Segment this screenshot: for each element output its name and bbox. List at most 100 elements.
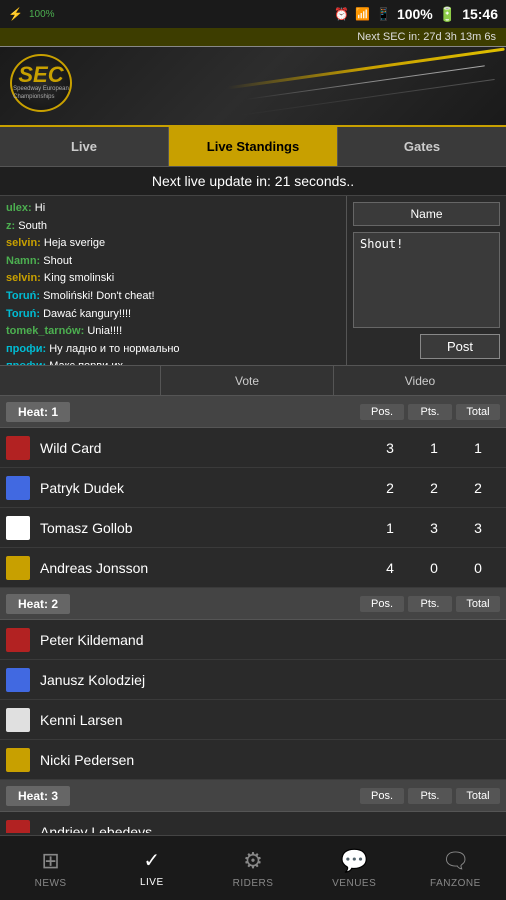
rider-color-blue bbox=[6, 668, 30, 692]
rider-pos: 1 bbox=[368, 520, 412, 536]
heat-2-header: Heat: 2 Pos. Pts. Total bbox=[0, 588, 506, 620]
heat-1-pos-header: Pos. bbox=[360, 404, 404, 420]
heat-3-label: Heat: 3 bbox=[6, 786, 70, 806]
timer-bar: Next live update in: 21 seconds.. bbox=[0, 167, 506, 196]
chat-msg-5: selvin: King smolinski bbox=[6, 270, 340, 288]
rider-pts: 3 bbox=[412, 520, 456, 536]
rider-color-red bbox=[6, 628, 30, 652]
rider-color-blue bbox=[6, 476, 30, 500]
next-sec-text: Next SEC in: 27d 3h 13m 6s bbox=[357, 31, 496, 43]
rider-color-yellow bbox=[6, 556, 30, 580]
wifi-icon: 📶 bbox=[355, 7, 370, 21]
heat-1-rider-2: Patryk Dudek 2 2 2 bbox=[0, 468, 506, 508]
heat-1-rider-1: Wild Card 3 1 1 bbox=[0, 428, 506, 468]
rider-color-white bbox=[6, 516, 30, 540]
rider-name: Kenni Larsen bbox=[40, 712, 368, 728]
heat-2-pts-header: Pts. bbox=[408, 596, 452, 612]
nav-news-label: NEWS bbox=[35, 878, 67, 889]
status-right: ⏰ 📶 📱 100% 🔋 15:46 bbox=[334, 6, 498, 23]
heat-3-pts-header: Pts. bbox=[408, 788, 452, 804]
chat-msg-2: z: South bbox=[6, 218, 340, 236]
heat-3-header: Heat: 3 Pos. Pts. Total bbox=[0, 780, 506, 812]
heat-1-rider-3: Tomasz Gollob 1 3 3 bbox=[0, 508, 506, 548]
rider-pos: 2 bbox=[368, 480, 412, 496]
rider-name: Wild Card bbox=[40, 440, 368, 456]
venues-icon: 💬 bbox=[341, 848, 368, 874]
video-column-header[interactable]: Video bbox=[333, 366, 506, 395]
alarm-icon: ⏰ bbox=[334, 7, 349, 21]
tab-live-standings[interactable]: Live Standings bbox=[169, 127, 338, 166]
tab-live[interactable]: Live bbox=[0, 127, 169, 166]
chat-msg-10: профи: Макс порви их bbox=[6, 358, 340, 365]
heat-2-label: Heat: 2 bbox=[6, 594, 70, 614]
bottom-nav: ⊞ NEWS ✓ LIVE ⚙ RIDERS 💬 VENUES 🗨 FANZON… bbox=[0, 835, 506, 900]
tab-gates[interactable]: Gates bbox=[338, 127, 506, 166]
heat-2-rider-4: Nicki Pedersen bbox=[0, 740, 506, 780]
rider-name: Andriey Lebedevs bbox=[40, 824, 368, 834]
logo: SEC Speedway EuropeanChampionships bbox=[10, 54, 80, 119]
rider-pts: 2 bbox=[412, 480, 456, 496]
battery-icon: 🔋 bbox=[439, 6, 456, 23]
riders-icon: ⚙ bbox=[243, 848, 263, 874]
heat-1-total-header: Total bbox=[456, 404, 500, 420]
header-swoosh bbox=[206, 47, 506, 127]
status-bar: ⚡ 100% ⏰ 📶 📱 100% 🔋 15:46 bbox=[0, 0, 506, 28]
fanzone-icon: 🗨 bbox=[441, 848, 469, 874]
nav-venues[interactable]: 💬 VENUES bbox=[304, 836, 405, 900]
rider-total: 2 bbox=[456, 480, 500, 496]
vote-video-spacer bbox=[0, 366, 160, 395]
name-input[interactable] bbox=[353, 202, 500, 226]
heat-2-rider-3: Kenni Larsen bbox=[0, 700, 506, 740]
heat-2-rider-2: Janusz Kolodziej bbox=[0, 660, 506, 700]
nav-riders-label: RIDERS bbox=[233, 878, 274, 889]
main-content[interactable]: ulex: Hi z: South selvin: Heja sverige N… bbox=[0, 196, 506, 833]
rider-name: Tomasz Gollob bbox=[40, 520, 368, 536]
live-icon: ✓ bbox=[143, 848, 160, 873]
rider-pos: 4 bbox=[368, 560, 412, 576]
nav-news[interactable]: ⊞ NEWS bbox=[0, 836, 101, 900]
chat-area: ulex: Hi z: South selvin: Heja sverige N… bbox=[0, 196, 506, 366]
rider-name: Nicki Pedersen bbox=[40, 752, 368, 768]
clock: 15:46 bbox=[462, 6, 498, 22]
chat-right: Shout! Post bbox=[346, 196, 506, 365]
rider-pts: 1 bbox=[412, 440, 456, 456]
logo-sec-text: SEC bbox=[18, 64, 63, 86]
vote-video-row: Vote Video bbox=[0, 366, 506, 396]
rider-total: 3 bbox=[456, 520, 500, 536]
tab-bar: Live Live Standings Gates bbox=[0, 127, 506, 167]
rider-total: 0 bbox=[456, 560, 500, 576]
swoosh-2 bbox=[247, 65, 485, 99]
post-button[interactable]: Post bbox=[420, 334, 500, 359]
vote-column-header[interactable]: Vote bbox=[160, 366, 333, 395]
battery-percent: 100% bbox=[397, 6, 433, 22]
nav-riders[interactable]: ⚙ RIDERS bbox=[202, 836, 303, 900]
heat-1-label: Heat: 1 bbox=[6, 402, 70, 422]
heat-1-header: Heat: 1 Pos. Pts. Total bbox=[0, 396, 506, 428]
rider-color-red bbox=[6, 436, 30, 460]
heat-2-rider-1: Peter Kildemand bbox=[0, 620, 506, 660]
logo-area: SEC Speedway EuropeanChampionships bbox=[0, 54, 80, 119]
nav-venues-label: VENUES bbox=[332, 878, 376, 889]
chat-msg-6: Toruń: Smoliński! Don't cheat! bbox=[6, 288, 340, 306]
news-icon: ⊞ bbox=[41, 848, 59, 874]
timer-text: Next live update in: 21 seconds.. bbox=[152, 173, 354, 189]
heat-3-rider-1: Andriey Lebedevs bbox=[0, 812, 506, 833]
rider-name: Andreas Jonsson bbox=[40, 560, 368, 576]
rider-color-white bbox=[6, 708, 30, 732]
nav-fanzone-label: FANZONE bbox=[430, 878, 481, 889]
nav-live-label: LIVE bbox=[140, 877, 164, 888]
nav-fanzone[interactable]: 🗨 FANZONE bbox=[405, 836, 506, 900]
shout-textarea[interactable]: Shout! bbox=[353, 232, 500, 328]
app-header: SEC Speedway EuropeanChampionships bbox=[0, 47, 506, 127]
rider-color-red bbox=[6, 820, 30, 834]
swoosh-3 bbox=[237, 79, 495, 116]
heat-1-rider-4: Andreas Jonsson 4 0 0 bbox=[0, 548, 506, 588]
heat-3-cols: Pos. Pts. Total bbox=[70, 788, 500, 804]
signal-icon: 📱 bbox=[376, 7, 391, 21]
nav-live[interactable]: ✓ LIVE bbox=[101, 836, 202, 900]
chat-msg-8: tomek_tarnów: Unia!!!! bbox=[6, 323, 340, 341]
rider-pts: 0 bbox=[412, 560, 456, 576]
chat-msg-4: Namn: Shout bbox=[6, 253, 340, 271]
chat-msg-9: профи: Ну ладно и то нормально bbox=[6, 341, 340, 359]
usb-icon: ⚡ bbox=[8, 7, 23, 21]
